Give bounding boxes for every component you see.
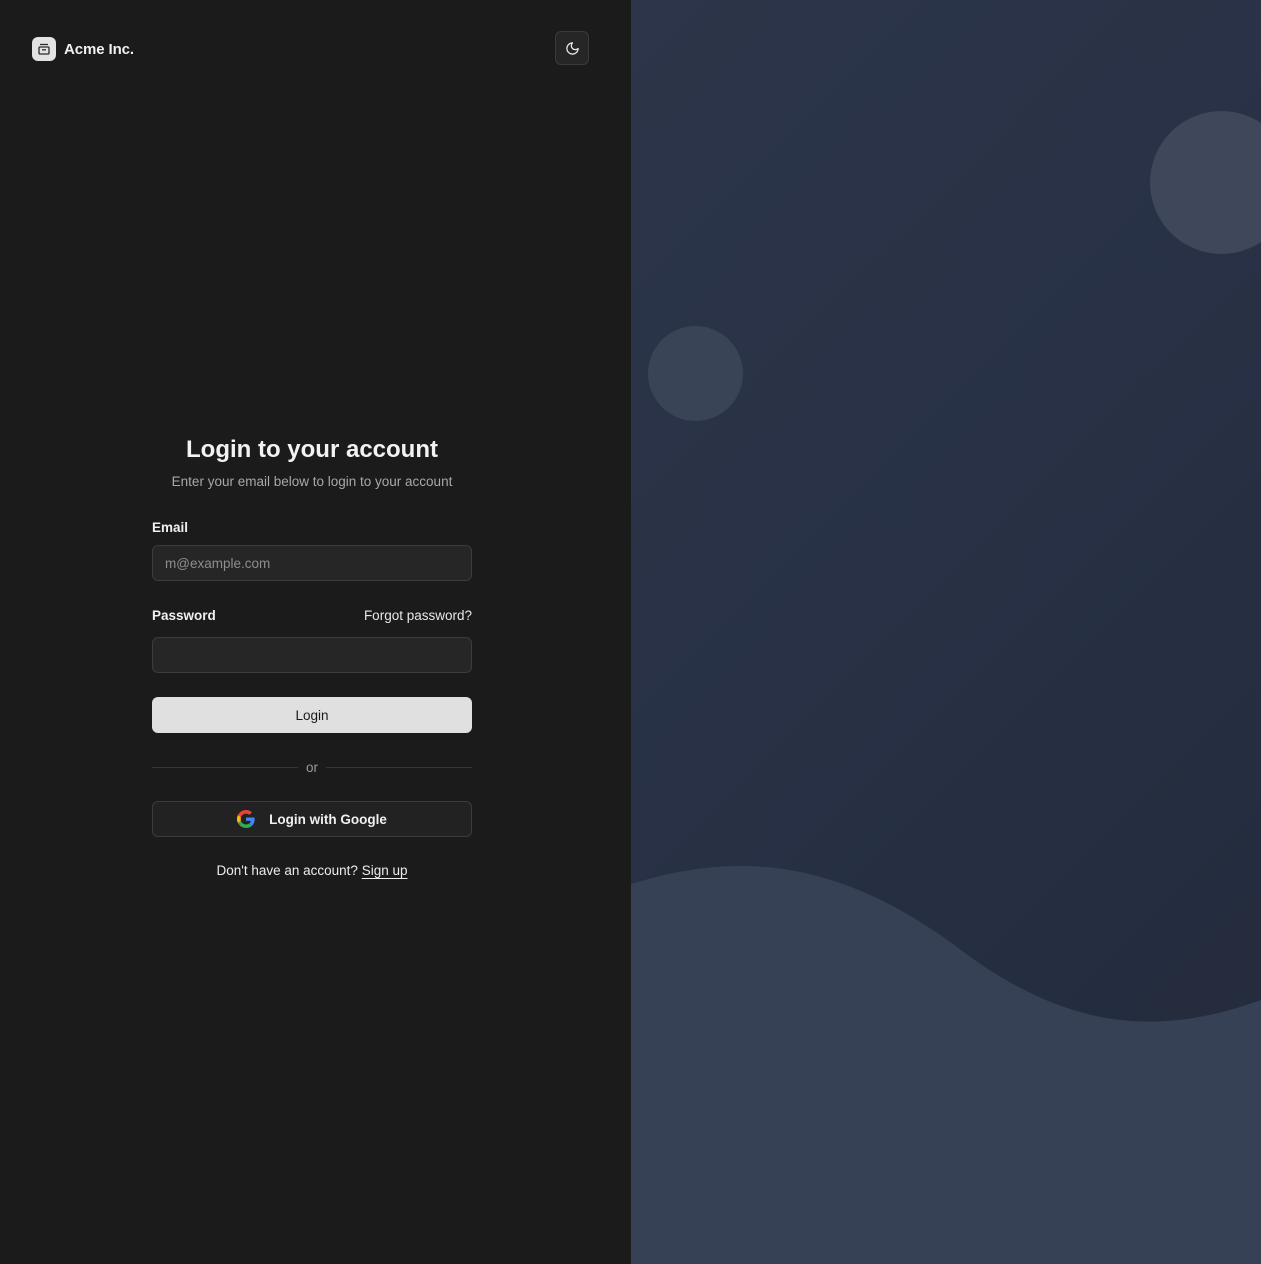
forgot-password-link[interactable]: Forgot password?: [364, 608, 472, 623]
brand[interactable]: Acme Inc.: [32, 37, 134, 61]
page-title: Login to your account: [186, 436, 438, 463]
password-field[interactable]: [152, 637, 472, 673]
brand-name: Acme Inc.: [64, 40, 134, 58]
signup-prompt: Don't have an account?: [216, 863, 358, 878]
divider: or: [152, 757, 473, 777]
decorative-circle-large: [1150, 111, 1261, 254]
divider-text: or: [306, 759, 319, 775]
login-button[interactable]: Login: [152, 697, 472, 733]
login-pane: Acme Inc. Login to your account Enter yo…: [0, 0, 631, 1264]
google-icon: [237, 810, 255, 828]
signup-row: Don't have an account? Sign up: [152, 861, 472, 881]
divider-line-left: [152, 766, 298, 768]
decorative-wave: [631, 865, 1261, 1264]
theme-toggle-button[interactable]: [555, 31, 589, 65]
email-label: Email: [152, 519, 189, 535]
login-with-google-button[interactable]: Login with Google: [152, 801, 472, 837]
login-form: Login to your account Enter your email b…: [152, 434, 473, 881]
divider-line-right: [326, 766, 473, 768]
decorative-pane: [631, 0, 1261, 1264]
signup-link[interactable]: Sign up: [362, 863, 408, 878]
archive-box-icon: [32, 37, 56, 61]
moon-icon: [565, 41, 579, 55]
page-subtitle: Enter your email below to login to your …: [171, 474, 453, 489]
email-field[interactable]: [152, 545, 472, 581]
password-label-row: Password Forgot password?: [152, 605, 472, 625]
email-label-row: Email: [152, 517, 472, 537]
password-label: Password: [152, 607, 216, 623]
google-button-label: Login with Google: [269, 811, 387, 827]
decorative-circle-small: [648, 326, 743, 421]
